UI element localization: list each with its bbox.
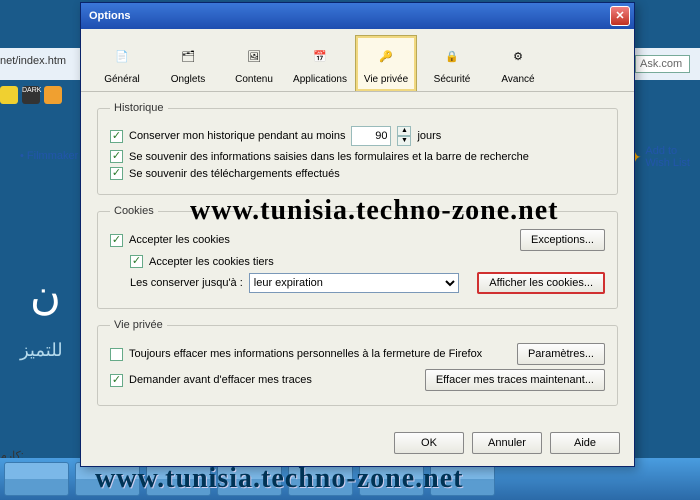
lock-icon: 🔒: [436, 40, 468, 72]
show-cookies-button[interactable]: Afficher les cookies...: [477, 272, 605, 294]
bookmark-icon[interactable]: [44, 86, 62, 104]
taskbar-button[interactable]: [288, 462, 353, 496]
bookmark-toolbar: DARK: [0, 80, 62, 110]
days-suffix: jours: [417, 130, 441, 142]
clear-now-button[interactable]: Effacer mes traces maintenant...: [425, 369, 605, 391]
exceptions-button[interactable]: Exceptions...: [520, 229, 605, 251]
content-icon: 🖼: [238, 40, 270, 72]
taskbar-button[interactable]: [4, 462, 69, 496]
tab-vie-privee[interactable]: 🔑Vie privée: [355, 35, 417, 91]
cancel-button[interactable]: Annuler: [472, 432, 542, 454]
keep-history-label: Conserver mon historique pendant au moin…: [129, 130, 345, 142]
filmmaker-link[interactable]: • Filmmaker: [20, 150, 78, 162]
remember-downloads-label: Se souvenir des téléchargements effectué…: [129, 168, 340, 180]
dialog-buttons: OK Annuler Aide: [81, 426, 634, 466]
ok-button[interactable]: OK: [394, 432, 464, 454]
category-tabs: 📄Général 🗂Onglets 🖼Contenu 📅Applications…: [81, 29, 634, 92]
titlebar[interactable]: Options ✕: [81, 3, 634, 29]
cookies-legend: Cookies: [110, 205, 158, 217]
accept-third-party-label: Accepter les cookies tiers: [149, 256, 274, 268]
help-button[interactable]: Aide: [550, 432, 620, 454]
keep-until-select[interactable]: leur expiration: [249, 273, 459, 293]
taskbar-button[interactable]: [75, 462, 140, 496]
historique-group: Historique ✓ Conserver mon historique pe…: [97, 102, 618, 195]
tab-onglets[interactable]: 🗂Onglets: [157, 35, 219, 91]
arabic-subtext: للتميز: [20, 340, 63, 361]
taskbar-button[interactable]: [430, 462, 495, 496]
document-icon: 📄: [106, 40, 138, 72]
keep-history-checkbox[interactable]: ✓: [110, 130, 123, 143]
spin-down[interactable]: ▼: [397, 136, 411, 146]
history-days-input[interactable]: [351, 126, 391, 146]
privacy-group: Vie privée ✓ Toujours effacer mes inform…: [97, 319, 618, 406]
close-button[interactable]: ✕: [610, 6, 630, 26]
add-to-wishlist-link[interactable]: ✦ Add toWish List: [630, 145, 690, 169]
gear-icon: ⚙: [502, 40, 534, 72]
historique-legend: Historique: [110, 102, 168, 114]
arabic-text: ن: [30, 270, 61, 319]
tab-securite[interactable]: 🔒Sécurité: [421, 35, 483, 91]
accept-cookies-label: Accepter les cookies: [129, 234, 230, 246]
bookmark-icon[interactable]: [0, 86, 18, 104]
options-dialog: Options ✕ 📄Général 🗂Onglets 🖼Contenu 📅Ap…: [80, 2, 635, 467]
tabs-icon: 🗂: [172, 40, 204, 72]
remember-forms-label: Se souvenir des informations saisies dan…: [129, 151, 529, 163]
apps-icon: 📅: [304, 40, 336, 72]
taskbar-button[interactable]: [359, 462, 424, 496]
dialog-title: Options: [89, 10, 610, 22]
address-bar-fragment: net/index.htm: [0, 55, 66, 67]
accept-cookies-checkbox[interactable]: ✓: [110, 234, 123, 247]
taskbar-button[interactable]: [217, 462, 282, 496]
accept-third-party-checkbox[interactable]: ✓: [130, 255, 143, 268]
always-clear-checkbox[interactable]: ✓: [110, 348, 123, 361]
settings-button[interactable]: Paramètres...: [517, 343, 605, 365]
privacy-legend: Vie privée: [110, 319, 167, 331]
ask-before-clear-checkbox[interactable]: ✓: [110, 374, 123, 387]
spin-up[interactable]: ▲: [397, 126, 411, 136]
search-box[interactable]: Ask.com: [635, 55, 690, 73]
keep-until-label: Les conserver jusqu'à :: [130, 277, 243, 289]
taskbar-button[interactable]: [146, 462, 211, 496]
remember-forms-checkbox[interactable]: ✓: [110, 150, 123, 163]
always-clear-label: Toujours effacer mes informations person…: [129, 348, 482, 360]
tab-contenu[interactable]: 🖼Contenu: [223, 35, 285, 91]
key-icon: 🔑: [370, 40, 402, 72]
tab-general[interactable]: 📄Général: [91, 35, 153, 91]
ask-before-clear-label: Demander avant d'effacer mes traces: [129, 374, 312, 386]
tab-avance[interactable]: ⚙Avancé: [487, 35, 549, 91]
tab-applications[interactable]: 📅Applications: [289, 35, 351, 91]
bookmark-icon[interactable]: DARK: [22, 86, 40, 104]
cookies-group: Cookies ✓ Accepter les cookies Exception…: [97, 205, 618, 309]
remember-downloads-checkbox[interactable]: ✓: [110, 167, 123, 180]
